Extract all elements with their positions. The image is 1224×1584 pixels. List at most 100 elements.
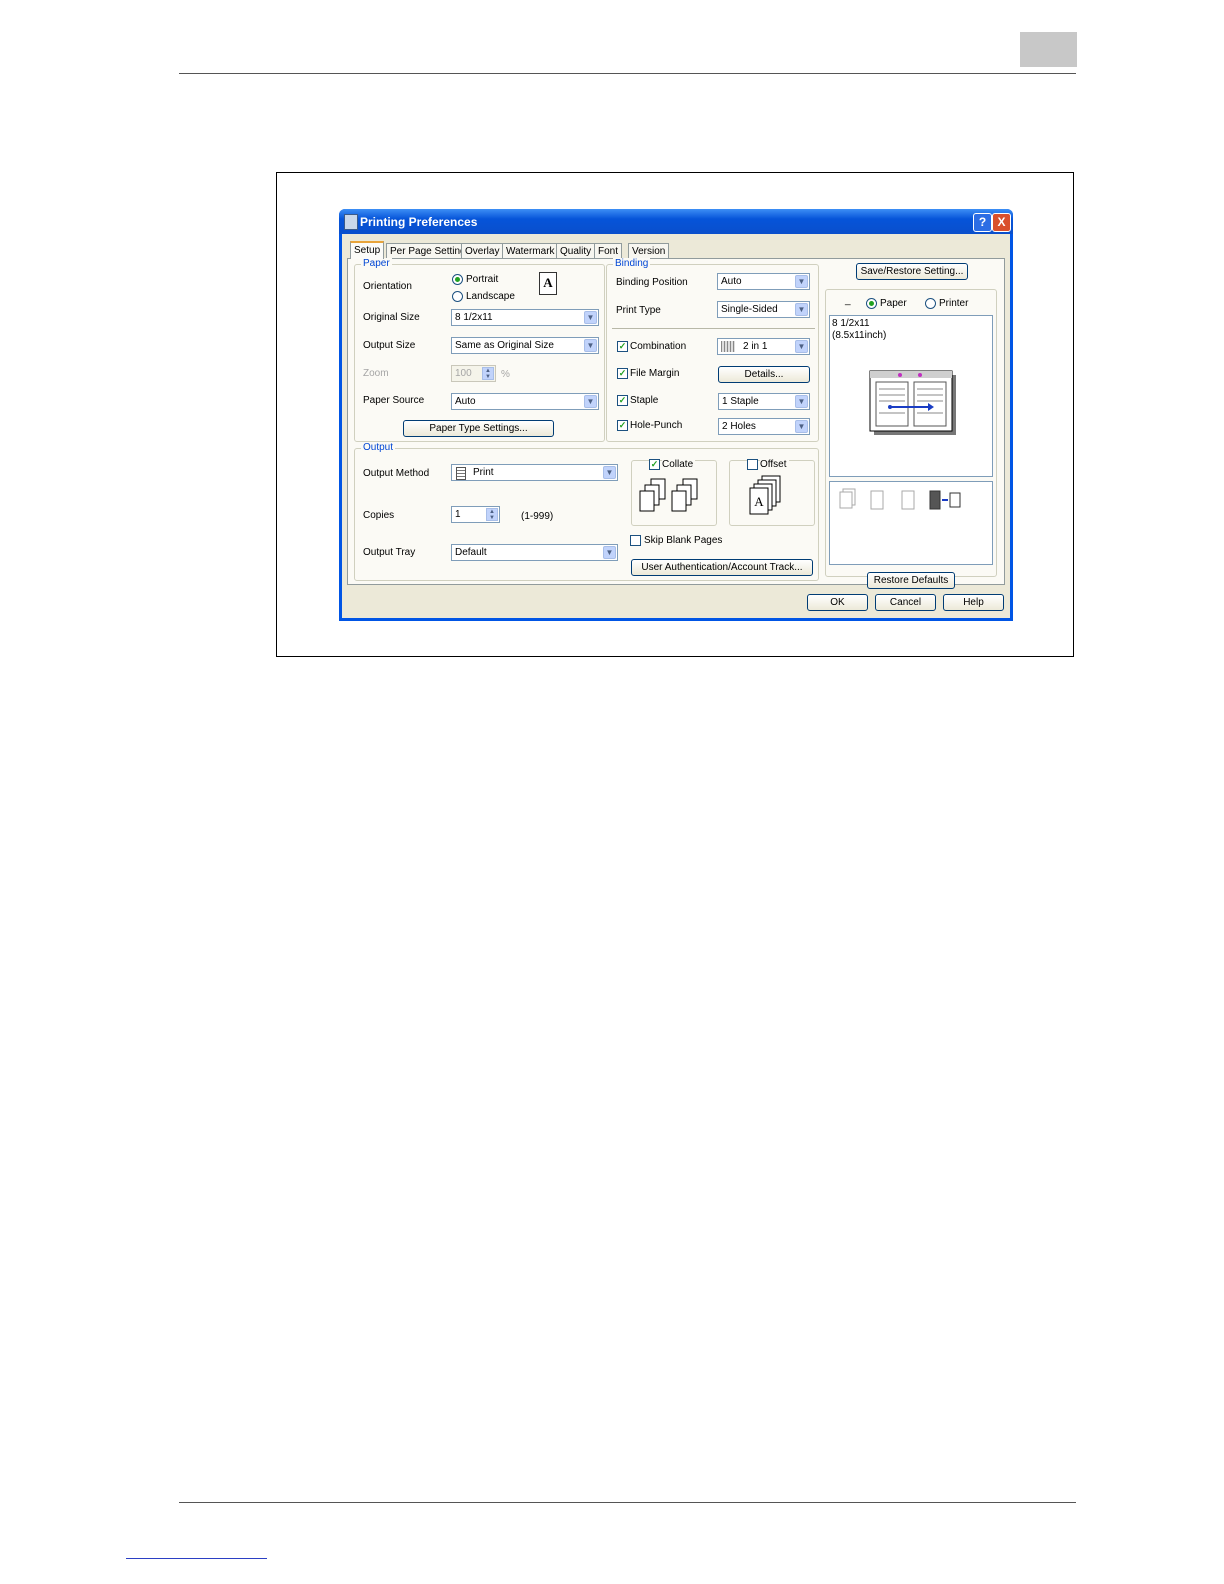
paper-source-select[interactable]: Auto ▼ <box>451 393 599 410</box>
offset-box: Offset A <box>729 459 815 526</box>
original-size-label: Original Size <box>363 312 420 323</box>
offset-checkbox[interactable] <box>747 459 758 470</box>
tab-quality[interactable]: Quality <box>556 243 596 258</box>
tab-font[interactable]: Font <box>594 243 623 258</box>
print-type-value: Single-Sided <box>721 304 778 315</box>
page-layout-preview-icon <box>869 370 956 435</box>
chevron-down-icon: ▼ <box>603 466 616 479</box>
hole-punch-checkbox[interactable]: ✓ <box>617 420 628 431</box>
output-group-title: Output <box>361 442 396 453</box>
binding-position-value: Auto <box>721 276 742 287</box>
paper-source-value: Auto <box>455 396 476 407</box>
tab-overlay[interactable]: Overlay <box>461 243 504 258</box>
binding-divider <box>612 328 815 329</box>
preview-group: _ Paper Printer 8 1/2x11 (8.5x11inch) Re… <box>825 289 997 589</box>
view-printer-radio[interactable] <box>925 298 936 309</box>
dialog-title: Printing Preferences <box>360 215 478 229</box>
zoom-label: Zoom <box>363 368 389 379</box>
printing-preferences-dialog: Printing Preferences ? X Setup Per Page … <box>339 209 1013 621</box>
collate-box: ✓ Collate <box>631 459 717 526</box>
save-restore-setting-button[interactable]: Save/Restore Setting... <box>856 263 968 280</box>
help-title-button[interactable]: ? <box>973 213 992 232</box>
paper-group: Paper Orientation Portrait Landscape A O… <box>354 258 605 442</box>
print-type-label: Print Type <box>616 305 661 316</box>
offset-label: Offset <box>760 459 789 470</box>
user-authentication-button[interactable]: User Authentication/Account Track... <box>631 559 813 576</box>
output-group: Output Output Method Print ▼ Copies 1 ▲ ▼… <box>354 442 819 581</box>
binding-position-select[interactable]: Auto ▼ <box>717 273 810 290</box>
binding-group: Binding Binding Position Auto ▼ Print Ty… <box>606 258 819 442</box>
preview-size-inch-text: (8.5x11inch) <box>832 330 887 341</box>
output-size-label: Output Size <box>363 340 416 351</box>
tab-setup[interactable]: Setup <box>350 241 385 259</box>
ok-button[interactable]: OK <box>807 594 868 611</box>
tab-version[interactable]: Version <box>628 243 670 258</box>
cancel-button[interactable]: Cancel <box>875 594 936 611</box>
view-paper-radio[interactable] <box>866 298 877 309</box>
page-footer-rule <box>179 1502 1076 1503</box>
output-method-select[interactable]: Print ▼ <box>451 464 618 481</box>
page-header-tab <box>1020 32 1077 67</box>
print-document-icon <box>456 467 466 480</box>
chevron-down-icon: ▼ <box>795 275 808 288</box>
finishing-icons <box>839 488 961 510</box>
landscape-radio[interactable] <box>452 291 463 302</box>
orientation-label: Orientation <box>363 281 412 292</box>
preview-size-text: 8 1/2x11 <box>832 318 870 329</box>
output-size-select[interactable]: Same as Original Size ▼ <box>451 337 599 354</box>
output-tray-label: Output Tray <box>363 547 416 558</box>
portrait-orientation-icon: A <box>539 272 557 295</box>
dialog-client-area: Setup Per Page Setting Overlay Watermark… <box>342 234 1010 618</box>
output-method-label: Output Method <box>363 468 430 479</box>
close-button[interactable]: X <box>992 213 1011 232</box>
original-size-select[interactable]: 8 1/2x11 ▼ <box>451 309 599 326</box>
chevron-down-icon: ▼ <box>584 339 597 352</box>
tab-watermark[interactable]: Watermark <box>502 243 559 258</box>
chevron-down-icon: ▼ <box>795 420 808 433</box>
footer-link-underline <box>126 1558 267 1559</box>
skip-blank-pages-checkbox[interactable] <box>630 535 641 546</box>
staple-checkbox[interactable]: ✓ <box>617 395 628 406</box>
offset-glyph: A <box>754 494 764 509</box>
hole-punch-label: Hole-Punch <box>630 420 683 431</box>
hole-punch-value: 2 Holes <box>722 421 756 432</box>
chevron-down-icon: ▼ <box>603 546 616 559</box>
file-margin-label: File Margin <box>630 368 680 379</box>
page-header-rule <box>179 73 1076 74</box>
print-type-select[interactable]: Single-Sided ▼ <box>717 301 810 318</box>
chevron-down-icon: ▼ <box>795 395 808 408</box>
details-button[interactable]: Details... <box>718 366 810 383</box>
combination-pages-icon <box>721 341 735 352</box>
restore-defaults-button[interactable]: Restore Defaults <box>867 572 955 589</box>
help-button[interactable]: Help <box>943 594 1004 611</box>
portrait-radio[interactable] <box>452 274 463 285</box>
title-bar[interactable]: Printing Preferences ? X <box>339 209 1013 234</box>
chevron-down-icon: ▼ <box>795 303 808 316</box>
paper-preview-area: 8 1/2x11 (8.5x11inch) <box>829 315 993 477</box>
minus-mark: _ <box>845 295 851 306</box>
collate-checkbox[interactable]: ✓ <box>649 459 660 470</box>
copies-label: Copies <box>363 510 395 521</box>
file-margin-checkbox[interactable]: ✓ <box>617 368 628 379</box>
staple-select[interactable]: 1 Staple ▼ <box>718 393 810 410</box>
output-tray-select[interactable]: Default ▼ <box>451 544 618 561</box>
view-paper-label: Paper <box>880 298 907 309</box>
paper-type-settings-button[interactable]: Paper Type Settings... <box>403 420 554 437</box>
collate-label: Collate <box>662 459 696 470</box>
portrait-label: Portrait <box>466 274 499 285</box>
combination-checkbox[interactable]: ✓ <box>617 341 628 352</box>
chevron-down-icon: ▼ <box>584 311 597 324</box>
printer-options-preview <box>829 481 993 565</box>
chevron-down-icon: ▼ <box>795 340 808 353</box>
hole-punch-select[interactable]: 2 Holes ▼ <box>718 418 810 435</box>
view-printer-label: Printer <box>939 298 969 309</box>
tab-per-page-setting[interactable]: Per Page Setting <box>386 243 470 258</box>
chevron-down-icon: ▼ <box>584 395 597 408</box>
collate-sets-icon <box>639 478 698 512</box>
spinner-arrows-icon[interactable]: ▲ ▼ <box>486 508 498 521</box>
copies-spinner[interactable]: 1 ▲ ▼ <box>451 506 500 523</box>
setup-tab-panel: Paper Orientation Portrait Landscape A O… <box>347 258 1005 589</box>
staple-value: 1 Staple <box>722 396 759 407</box>
output-method-value: Print <box>473 467 494 478</box>
combination-select[interactable]: 2 in 1 ▼ <box>717 338 810 355</box>
